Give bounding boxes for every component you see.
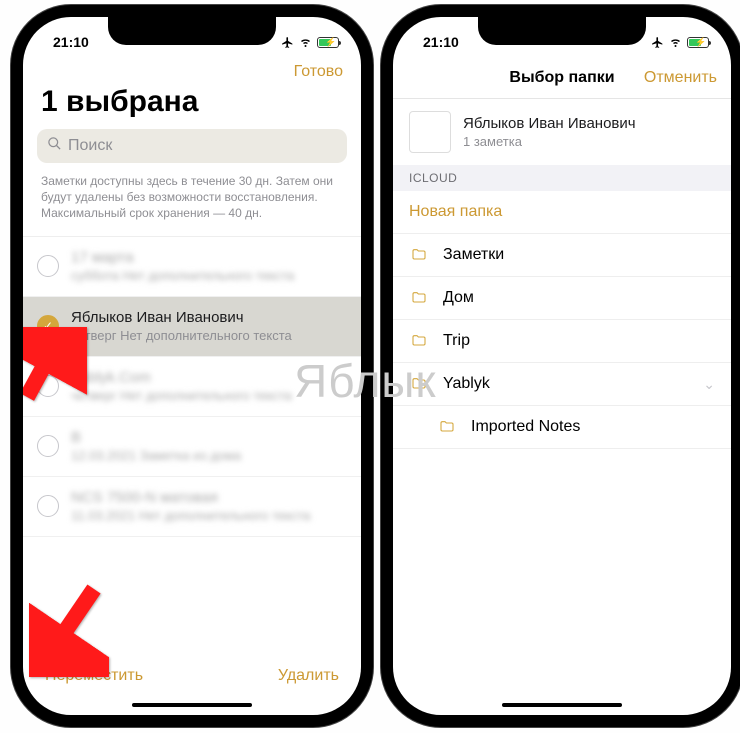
note-subtitle: четверг Нет дополнительного текста xyxy=(71,328,292,343)
home-indicator[interactable] xyxy=(132,703,252,707)
folder-icon xyxy=(409,290,429,306)
airplane-icon xyxy=(651,36,664,49)
note-thumbnail xyxy=(409,111,451,153)
nav-bar: Выбор папки Отменить xyxy=(393,57,731,99)
status-icons: ⚡ xyxy=(651,36,709,49)
delete-button[interactable]: Удалить xyxy=(278,667,339,685)
folder-icon xyxy=(437,419,457,435)
folder-row[interactable]: Заметки xyxy=(393,234,731,277)
note-title: 17 марта xyxy=(71,249,294,266)
folder-icon xyxy=(409,376,429,392)
note-title: В xyxy=(71,429,241,446)
folder-name: Yablyk xyxy=(443,375,490,393)
done-button[interactable]: Готово xyxy=(294,63,343,81)
select-radio[interactable] xyxy=(37,495,59,517)
search-icon xyxy=(47,136,62,156)
folder-row[interactable]: Yablyk ⌄ xyxy=(393,363,731,406)
note-subtitle: четверг Нет дополнительного текста xyxy=(71,388,292,403)
note-row[interactable]: В 12.03.2021 Заметка из дома xyxy=(23,417,361,477)
page-title: 1 выбрана xyxy=(23,85,361,129)
folder-name: Trip xyxy=(443,332,470,350)
note-title: Yablyk.Com xyxy=(71,369,292,386)
folder-icon xyxy=(409,333,429,349)
selected-note-title: Яблыков Иван Иванович xyxy=(463,115,636,132)
phone-left: 21:10 ⚡ Готово 1 выбрана Поиск Заметки д… xyxy=(23,17,361,715)
note-row[interactable]: 17 марта суббота Нет дополнительного тек… xyxy=(23,237,361,297)
selected-note-header: Яблыков Иван Иванович 1 заметка xyxy=(393,99,731,165)
search-placeholder: Поиск xyxy=(68,137,112,155)
section-header-icloud: ICLOUD xyxy=(393,165,731,191)
status-icons: ⚡ xyxy=(281,36,339,49)
note-subtitle: суббота Нет дополнительного текста xyxy=(71,268,294,283)
retention-info: Заметки доступны здесь в течение 30 дн. … xyxy=(23,173,361,236)
home-indicator[interactable] xyxy=(502,703,622,707)
notch xyxy=(108,17,276,45)
folder-row[interactable]: Imported Notes xyxy=(393,406,731,449)
new-folder-button[interactable]: Новая папка xyxy=(393,191,731,234)
folder-row[interactable]: Trip xyxy=(393,320,731,363)
airplane-icon xyxy=(281,36,294,49)
folder-name: Дом xyxy=(443,289,474,307)
folder-name: Imported Notes xyxy=(471,418,580,436)
battery-icon: ⚡ xyxy=(687,37,709,48)
selected-note-count: 1 заметка xyxy=(463,134,636,149)
top-bar: Готово xyxy=(23,57,361,85)
chevron-down-icon[interactable]: ⌄ xyxy=(703,376,715,393)
note-title: Яблыков Иван Иванович xyxy=(71,309,292,326)
cancel-button[interactable]: Отменить xyxy=(644,69,717,87)
folder-row[interactable]: Дом xyxy=(393,277,731,320)
battery-icon: ⚡ xyxy=(317,37,339,48)
status-time: 21:10 xyxy=(53,34,89,50)
note-title: NCS 7500-N матовая xyxy=(71,489,310,506)
select-radio[interactable] xyxy=(37,435,59,457)
select-radio[interactable] xyxy=(37,255,59,277)
wifi-icon xyxy=(298,36,313,48)
status-time: 21:10 xyxy=(423,34,459,50)
nav-title: Выбор папки xyxy=(509,69,614,87)
notch xyxy=(478,17,646,45)
folder-icon xyxy=(409,247,429,263)
search-input[interactable]: Поиск xyxy=(37,129,347,163)
note-subtitle: 11.03.2021 Нет дополнительного текста xyxy=(71,508,310,523)
note-row[interactable]: NCS 7500-N матовая 11.03.2021 Нет дополн… xyxy=(23,477,361,537)
folder-name: Заметки xyxy=(443,246,504,264)
annotation-arrow-move xyxy=(29,577,109,682)
annotation-arrow-select xyxy=(23,327,87,412)
note-subtitle: 12.03.2021 Заметка из дома xyxy=(71,448,241,463)
wifi-icon xyxy=(668,36,683,48)
phone-right: 21:10 ⚡ Выбор папки Отменить Яблыков Ива… xyxy=(393,17,731,715)
